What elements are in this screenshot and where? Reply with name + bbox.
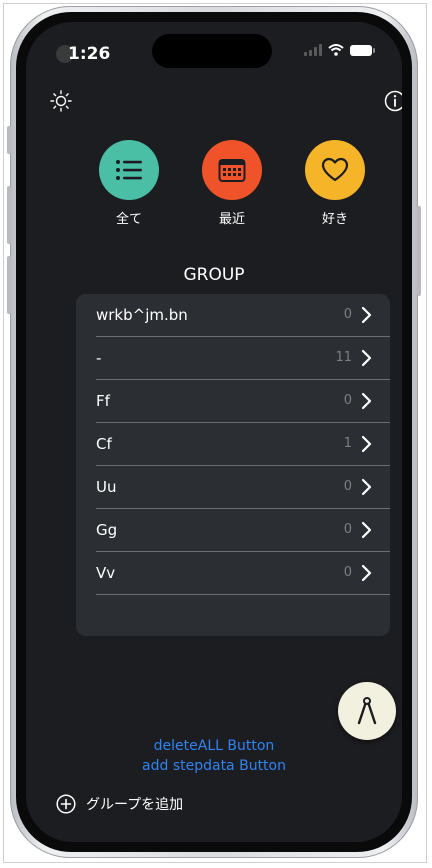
app-screen: 1:26 全て 最近 好き GROUP wrkb^jm.bn 0 - 11 Ff… — [26, 22, 402, 842]
group-row-name: Ff — [96, 392, 110, 410]
compass-icon — [357, 697, 377, 725]
status-indicators — [304, 44, 375, 56]
group-row-count: 0 — [343, 307, 352, 322]
volume-down-button — [7, 256, 11, 314]
group-row-name: Uu — [96, 478, 117, 496]
info-icon[interactable] — [382, 88, 402, 114]
heart-icon — [305, 140, 365, 200]
group-row-name: Vv — [96, 564, 116, 582]
cellular-signal-icon — [304, 44, 322, 56]
chevron-right-icon — [361, 521, 372, 539]
bezel: 1:26 全て 最近 好き GROUP wrkb^jm.bn 0 - 11 Ff… — [16, 12, 412, 852]
add-group-button[interactable]: グループを追加 — [56, 794, 183, 814]
chevron-right-icon — [361, 564, 372, 582]
group-row-count: 0 — [343, 479, 352, 494]
group-row-count: 11 — [335, 350, 352, 365]
group-row-count: 0 — [343, 393, 352, 408]
group-row[interactable]: Gg 0 — [96, 509, 390, 552]
status-time-text: 1:26 — [68, 44, 111, 64]
wifi-icon — [328, 44, 344, 56]
plus-circle-icon — [56, 794, 76, 814]
add-group-label: グループを追加 — [86, 797, 184, 813]
compass-fab-button[interactable] — [338, 682, 396, 740]
quick-favorite-label: 好き — [321, 212, 348, 227]
chevron-right-icon — [361, 306, 372, 324]
group-list: wrkb^jm.bn 0 - 11 Ff 0 Cf 1 Uu 0 Gg 0 Vv… — [76, 294, 390, 636]
quick-all-button[interactable]: 全て — [89, 140, 169, 227]
group-row-name: - — [96, 349, 102, 367]
volume-up-button — [7, 186, 11, 244]
delete-all-button[interactable]: deleteALL Button — [26, 738, 402, 754]
add-stepdata-button[interactable]: add stepdata Button — [26, 758, 402, 774]
chevron-right-icon — [361, 435, 372, 453]
phone-body: 1:26 全て 最近 好き GROUP wrkb^jm.bn 0 - 11 Ff… — [7, 6, 421, 858]
group-row[interactable]: Vv 0 — [96, 552, 390, 595]
dynamic-island — [152, 34, 272, 68]
chevron-right-icon — [361, 349, 372, 367]
group-row[interactable]: Ff 0 — [96, 380, 390, 423]
group-row-count: 0 — [343, 522, 352, 537]
list-icon — [99, 140, 159, 200]
status-time: 1:26 — [56, 44, 111, 64]
chevron-right-icon — [361, 478, 372, 496]
battery-icon — [350, 44, 375, 56]
group-row[interactable]: Uu 0 — [96, 466, 390, 509]
group-row[interactable]: Cf 1 — [96, 423, 390, 466]
group-row[interactable]: wrkb^jm.bn 0 — [96, 294, 390, 337]
settings-sun-icon[interactable] — [48, 88, 74, 114]
group-row[interactable]: - 11 — [96, 337, 390, 380]
calendar-icon — [202, 140, 262, 200]
mute-switch — [7, 126, 11, 154]
chevron-right-icon — [361, 392, 372, 410]
group-row-name: Gg — [96, 521, 118, 539]
quick-all-label: 全て — [115, 212, 142, 227]
group-title: GROUP — [183, 265, 245, 285]
quick-recent-label: 最近 — [218, 212, 245, 227]
group-row-count: 0 — [343, 565, 352, 580]
group-row-name: wrkb^jm.bn — [96, 306, 188, 324]
power-button — [417, 206, 421, 296]
quick-favorite-button[interactable]: 好き — [295, 140, 375, 227]
group-row-name: Cf — [96, 435, 112, 453]
quick-recent-button[interactable]: 最近 — [192, 140, 272, 227]
group-row-count: 1 — [343, 436, 352, 451]
